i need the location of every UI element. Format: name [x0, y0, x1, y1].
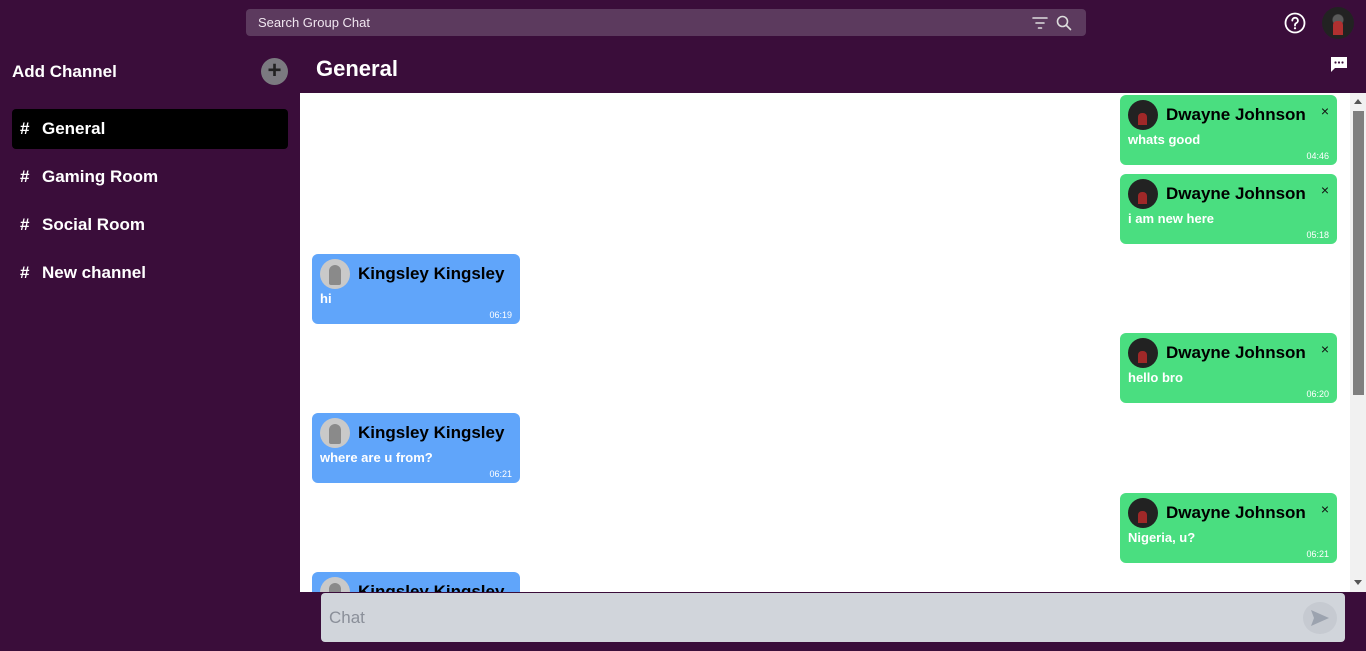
- message-text: hi: [320, 291, 332, 306]
- message-bubble: Kingsley Kingsley: [312, 572, 520, 592]
- scrollbar[interactable]: [1350, 93, 1366, 592]
- sidebar-item-general[interactable]: # General: [12, 109, 288, 149]
- message-text: Nigeria, u?: [1128, 530, 1196, 545]
- message-bubble: Dwayne Johnson × whats good 04:46: [1120, 95, 1337, 165]
- close-icon[interactable]: ×: [1321, 103, 1329, 119]
- search-bar[interactable]: Search Group Chat: [246, 9, 1086, 36]
- channel-label: General: [42, 119, 106, 138]
- hash-icon: #: [20, 167, 30, 186]
- close-icon[interactable]: ×: [1321, 501, 1329, 517]
- hash-icon: #: [20, 215, 30, 234]
- message-time: 06:20: [1306, 389, 1329, 399]
- message-time: 04:46: [1306, 151, 1329, 161]
- message-bubble: Dwayne Johnson × i am new here 05:18: [1120, 174, 1337, 244]
- message-author: Dwayne Johnson: [1166, 183, 1306, 203]
- send-icon[interactable]: [1303, 602, 1337, 634]
- filter-icon[interactable]: [1030, 13, 1050, 33]
- avatar: [1128, 497, 1158, 528]
- channel-label: Gaming Room: [42, 167, 159, 186]
- top-bar: Search Group Chat: [0, 0, 1366, 46]
- channel-label: Social Room: [42, 215, 145, 234]
- sidebar-item-social-room[interactable]: # Social Room: [12, 205, 288, 245]
- chat-bubble-icon[interactable]: [1330, 56, 1348, 72]
- close-icon[interactable]: ×: [1321, 341, 1329, 357]
- page-title: General: [316, 56, 398, 81]
- message-time: 06:19: [489, 310, 512, 320]
- message-bubble: Dwayne Johnson × hello bro 06:20: [1120, 333, 1337, 403]
- message-time: 05:18: [1306, 230, 1329, 240]
- message-author: Dwayne Johnson: [1166, 342, 1306, 362]
- message-author: Dwayne Johnson: [1166, 502, 1306, 522]
- message-author: Kingsley Kingsley: [358, 581, 505, 593]
- message-time: 06:21: [489, 469, 512, 479]
- sidebar-item-new-channel[interactable]: # New channel: [12, 253, 288, 293]
- message-bubble: Dwayne Johnson × Nigeria, u? 06:21: [1120, 493, 1337, 563]
- message-text: hello bro: [1128, 370, 1183, 385]
- message-text: where are u from?: [320, 450, 433, 465]
- avatar: [1128, 178, 1158, 209]
- message-time: 06:21: [1306, 549, 1329, 559]
- message-bubble: Kingsley Kingsley hi 06:19: [312, 254, 520, 324]
- chat-composer: [321, 593, 1345, 642]
- scroll-down-icon[interactable]: [1354, 580, 1362, 585]
- message-author: Dwayne Johnson: [1166, 104, 1306, 124]
- avatar: [320, 258, 350, 289]
- add-channel-button[interactable]: +: [261, 58, 288, 85]
- channel-header: General: [300, 46, 1366, 93]
- scroll-up-icon[interactable]: [1354, 99, 1362, 104]
- message-list[interactable]: Dwayne Johnson × whats good 04:46 Dwayne…: [300, 93, 1350, 592]
- message-author: Kingsley Kingsley: [358, 263, 505, 283]
- avatar: [1128, 337, 1158, 368]
- avatar: [320, 576, 350, 592]
- avatar: [1128, 99, 1158, 130]
- avatar: [320, 417, 350, 448]
- hash-icon: #: [20, 263, 30, 282]
- hash-icon: #: [20, 119, 30, 138]
- user-avatar[interactable]: [1322, 7, 1354, 39]
- chat-input[interactable]: [329, 593, 1289, 642]
- search-placeholder[interactable]: Search Group Chat: [258, 15, 1026, 30]
- message-author: Kingsley Kingsley: [358, 422, 505, 442]
- message-bubble: Kingsley Kingsley where are u from? 06:2…: [312, 413, 520, 483]
- message-text: whats good: [1128, 132, 1201, 147]
- message-text: i am new here: [1128, 211, 1214, 226]
- close-icon[interactable]: ×: [1321, 182, 1329, 198]
- scroll-thumb[interactable]: [1353, 111, 1364, 395]
- add-channel-label: Add Channel: [12, 62, 117, 81]
- search-icon[interactable]: [1054, 13, 1074, 33]
- sidebar: Add Channel + # General # Gaming Room # …: [0, 46, 300, 651]
- channel-label: New channel: [42, 263, 146, 282]
- sidebar-item-gaming-room[interactable]: # Gaming Room: [12, 157, 288, 197]
- help-icon[interactable]: [1284, 12, 1306, 34]
